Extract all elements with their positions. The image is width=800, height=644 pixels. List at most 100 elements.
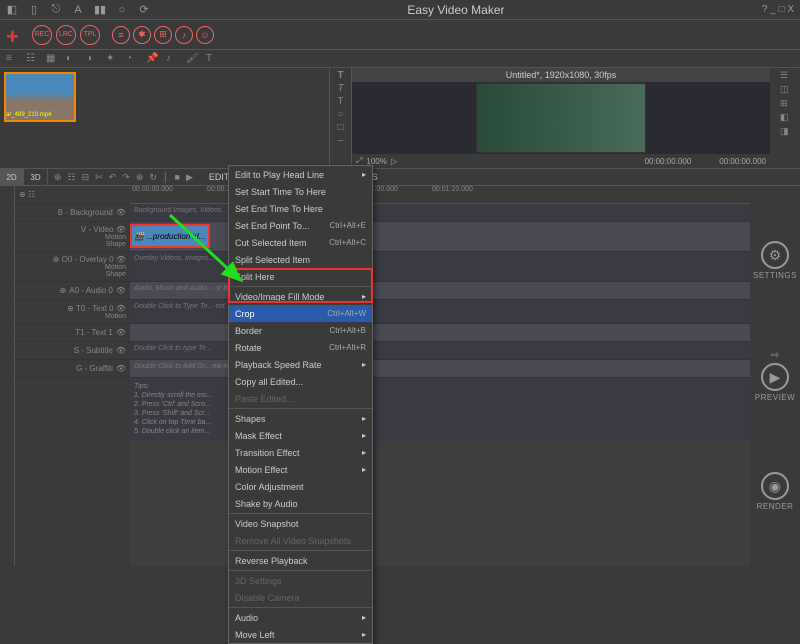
tpl-button[interactable]: TPL xyxy=(80,25,100,45)
rb-1[interactable]: ☰ xyxy=(780,70,790,80)
rb-2[interactable]: ◫ xyxy=(780,84,790,94)
minus-icon[interactable]: – xyxy=(338,135,344,146)
ctx-color-adjustment[interactable]: Color Adjustment xyxy=(229,478,372,495)
th-stop-icon[interactable]: ■ xyxy=(175,172,180,183)
track-graffiti[interactable]: G - Graffiti 👁 xyxy=(15,360,130,378)
ctx-video-snapshot[interactable]: Video Snapshot xyxy=(229,515,372,532)
tb-icon-4[interactable]: ▮▮ xyxy=(94,4,106,16)
add-button[interactable]: + xyxy=(6,24,28,46)
tool-btn-5[interactable]: ☺ xyxy=(196,26,214,44)
preview-canvas[interactable] xyxy=(352,82,770,154)
ctx-audio[interactable]: Audio▸ xyxy=(229,609,372,626)
ctx-edit-to-play-head-line[interactable]: Edit to Play Head Line▸ xyxy=(229,166,372,183)
ctx-rotate[interactable]: RotateCtrl+Alt+R xyxy=(229,339,372,356)
ctx-split-here[interactable]: Split Here xyxy=(229,268,372,285)
ctx-move-left[interactable]: Move Left▸ xyxy=(229,626,372,643)
rb-3[interactable]: ⊞ xyxy=(780,98,790,108)
tab-2d[interactable]: 2D xyxy=(0,168,24,186)
ctx-transition-effect[interactable]: Transition Effect▸ xyxy=(229,444,372,461)
track-overlay[interactable]: ⊕ O0 - Overlay 0 👁MotionShape xyxy=(15,252,130,282)
row-video[interactable]: 🎬 ...production id... xyxy=(130,222,750,252)
sb-9[interactable]: ♪ xyxy=(166,53,178,65)
ctx-shapes[interactable]: Shapes▸ xyxy=(229,410,372,427)
ctx-video-image-fill-mode[interactable]: Video/Image Fill Mode▸ xyxy=(229,288,372,305)
rb-4[interactable]: ◧ xyxy=(780,112,790,122)
tab-3d[interactable]: 3D xyxy=(24,168,48,186)
th-redo-icon[interactable]: ↷ xyxy=(122,172,130,183)
row-audio[interactable]: Audio, Music and Audio... or Block, or D… xyxy=(130,282,750,300)
lrc-button[interactable]: LRC xyxy=(56,25,76,45)
square-icon[interactable]: □ xyxy=(337,122,343,133)
timeline-ruler[interactable]: 00:00:00.00000:00:20.00000:00:40.00000:0… xyxy=(130,186,750,204)
tb-icon-6[interactable]: ⟳ xyxy=(138,4,150,16)
video-clip[interactable]: 🎬 ...production id... xyxy=(130,224,210,248)
sb-7[interactable]: ◔ xyxy=(126,53,138,65)
sb-5[interactable]: ◑ xyxy=(86,53,98,65)
tb-icon-1[interactable]: ▯ xyxy=(28,4,40,16)
tb-icon-3[interactable]: A xyxy=(72,4,84,16)
th-list-icon[interactable]: ☷ xyxy=(68,172,76,183)
th-lock-icon[interactable]: ⊟ xyxy=(82,172,90,183)
ctx-copy-all-edited-[interactable]: Copy all Edited... xyxy=(229,373,372,390)
ctx-border[interactable]: BorderCtrl+Alt+B xyxy=(229,322,372,339)
row-text1[interactable] xyxy=(130,324,750,342)
th-ref-icon[interactable]: ↻ xyxy=(149,172,157,183)
ctx-reverse-playback[interactable]: Reverse Playback xyxy=(229,552,372,569)
track-audio[interactable]: ⊕ A0 - Audio 0 👁 xyxy=(15,282,130,300)
ctx-crop[interactable]: CropCtrl+Alt+W xyxy=(229,305,372,322)
window-controls[interactable]: ? _ □ X xyxy=(762,4,794,15)
ctx-set-end-point-to-[interactable]: Set End Point To...Ctrl+Alt+E xyxy=(229,217,372,234)
sb-10[interactable]: 🖌 xyxy=(186,53,198,65)
sb-3[interactable]: ▦ xyxy=(46,53,58,65)
track-text1[interactable]: T1 - Text 1 👁 xyxy=(15,324,130,342)
text-icon[interactable]: T xyxy=(337,96,343,107)
th-play-icon[interactable]: ▶ xyxy=(186,172,193,183)
ctx-split-selected-item[interactable]: Split Selected Item xyxy=(229,251,372,268)
media-thumbnail[interactable]: ar_489_210.mp4 xyxy=(4,72,76,122)
ctx-mask-effect[interactable]: Mask Effect▸ xyxy=(229,427,372,444)
menu-edit[interactable]: EDIT xyxy=(209,172,230,182)
track-subtitle[interactable]: S - Subtitle 👁 xyxy=(15,342,130,360)
sb-4[interactable]: ◐ xyxy=(66,53,78,65)
track-bg[interactable]: B - Background👁 xyxy=(15,204,130,222)
track-video[interactable]: V - Video 👁 Motion Shape xyxy=(15,222,130,252)
tool-btn-1[interactable]: ≡ xyxy=(112,26,130,44)
ctx-set-start-time-to-here[interactable]: Set Start Time To Here xyxy=(229,183,372,200)
ctx-set-end-time-to-here[interactable]: Set End Time To Here xyxy=(229,200,372,217)
row-text0[interactable]: Double Click to Type Te... ect xyxy=(130,300,750,324)
circle-icon[interactable]: ○ xyxy=(337,109,343,120)
th-marker-icon[interactable]: │ xyxy=(163,172,169,183)
th-cut-icon[interactable]: ✄ xyxy=(95,172,103,183)
ctx-cut-selected-item[interactable]: Cut Selected ItemCtrl+Alt+C xyxy=(229,234,372,251)
track-text0[interactable]: ⊕ T0 - Text 0 👁Motion xyxy=(15,300,130,324)
sb-11[interactable]: T xyxy=(206,53,218,65)
th-zoom-icon[interactable]: ⊕ xyxy=(54,172,62,183)
tool-btn-2[interactable]: ✱ xyxy=(133,26,151,44)
play-icon[interactable]: ▷ xyxy=(391,157,397,166)
row-overlay[interactable]: Overlay Videos, Images... xyxy=(130,252,750,282)
row-graffiti[interactable]: Double Click to Add Gr... ew in the prev… xyxy=(130,360,750,378)
tb-icon-2[interactable]: ⎋ xyxy=(50,4,62,16)
text-italic-icon[interactable]: T xyxy=(337,83,343,94)
tb-icon-5[interactable]: ○ xyxy=(116,4,128,16)
tool-btn-3[interactable]: ⊞ xyxy=(154,26,172,44)
ctx-motion-effect[interactable]: Motion Effect▸ xyxy=(229,461,372,478)
settings-button[interactable]: ⚙SETTINGS xyxy=(753,241,797,280)
sb-2[interactable]: ☷ xyxy=(26,53,38,65)
sb-8[interactable]: 📌 xyxy=(146,53,158,65)
ctx-playback-speed-rate[interactable]: Playback Speed Rate▸ xyxy=(229,356,372,373)
tool-btn-4[interactable]: ♪ xyxy=(175,26,193,44)
rb-5[interactable]: ◨ xyxy=(780,126,790,136)
rec-button[interactable]: REC xyxy=(32,25,52,45)
text-bold-icon[interactable]: T xyxy=(337,70,343,81)
timeline-content[interactable]: 00:00:00.00000:00:20.00000:00:40.00000:0… xyxy=(130,186,750,566)
sb-1[interactable]: ≡ xyxy=(6,53,18,65)
th-undo-icon[interactable]: ↶ xyxy=(109,172,117,183)
sb-6[interactable]: ✦ xyxy=(106,53,118,65)
row-subtitle[interactable]: Double Click to type Te... xyxy=(130,342,750,360)
preview-button[interactable]: ⇨▶PREVIEW xyxy=(755,350,795,402)
row-bg[interactable]: Background Images, Videos... xyxy=(130,204,750,222)
th-plus-icon[interactable]: ⊕ xyxy=(136,172,144,183)
render-button[interactable]: ◉RENDER xyxy=(757,472,794,511)
ctx-shake-by-audio[interactable]: Shake by Audio xyxy=(229,495,372,512)
